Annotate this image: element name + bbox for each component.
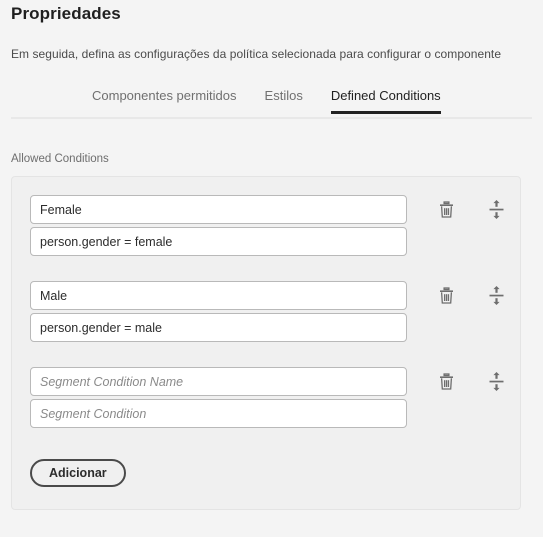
page-title: Propriedades <box>11 4 121 23</box>
tab-estilos[interactable]: Estilos <box>265 88 303 114</box>
tab-list: Componentes permitidos Estilos Defined C… <box>11 88 441 114</box>
trash-icon <box>439 373 454 390</box>
condition-name-input[interactable] <box>30 367 407 396</box>
condition-expression-input[interactable] <box>30 399 407 428</box>
trash-icon <box>439 287 454 304</box>
page-subtitle: Em seguida, defina as configurações da p… <box>11 47 502 61</box>
delete-condition-button[interactable] <box>432 281 460 310</box>
allowed-conditions-label: Allowed Conditions <box>11 153 109 165</box>
condition-group-actions <box>407 367 504 396</box>
condition-fields <box>30 195 407 256</box>
delete-condition-button[interactable] <box>432 367 460 396</box>
tab-defined-conditions[interactable]: Defined Conditions <box>330 88 441 114</box>
tab-strip-divider <box>11 117 532 119</box>
allowed-conditions-panel: Adicionar <box>11 176 521 510</box>
trash-icon <box>439 201 454 218</box>
reorder-vertical-icon <box>489 286 504 305</box>
condition-name-input[interactable] <box>30 281 407 310</box>
reorder-condition-handle[interactable] <box>482 367 510 396</box>
condition-expression-input[interactable] <box>30 313 407 342</box>
tab-componentes-permitidos[interactable]: Componentes permitidos <box>92 88 237 114</box>
condition-fields <box>30 281 407 342</box>
condition-group-actions <box>407 195 504 224</box>
reorder-vertical-icon <box>489 372 504 391</box>
reorder-condition-handle[interactable] <box>482 281 510 310</box>
properties-panel: Propriedades Em seguida, defina as confi… <box>0 0 543 537</box>
delete-condition-button[interactable] <box>432 195 460 224</box>
reorder-vertical-icon <box>489 200 504 219</box>
add-condition-button[interactable]: Adicionar <box>30 459 126 487</box>
condition-fields <box>30 367 407 428</box>
condition-name-input[interactable] <box>30 195 407 224</box>
condition-group-actions <box>407 281 504 310</box>
tab-strip: Componentes permitidos Estilos Defined C… <box>11 88 532 120</box>
reorder-condition-handle[interactable] <box>482 195 510 224</box>
condition-expression-input[interactable] <box>30 227 407 256</box>
